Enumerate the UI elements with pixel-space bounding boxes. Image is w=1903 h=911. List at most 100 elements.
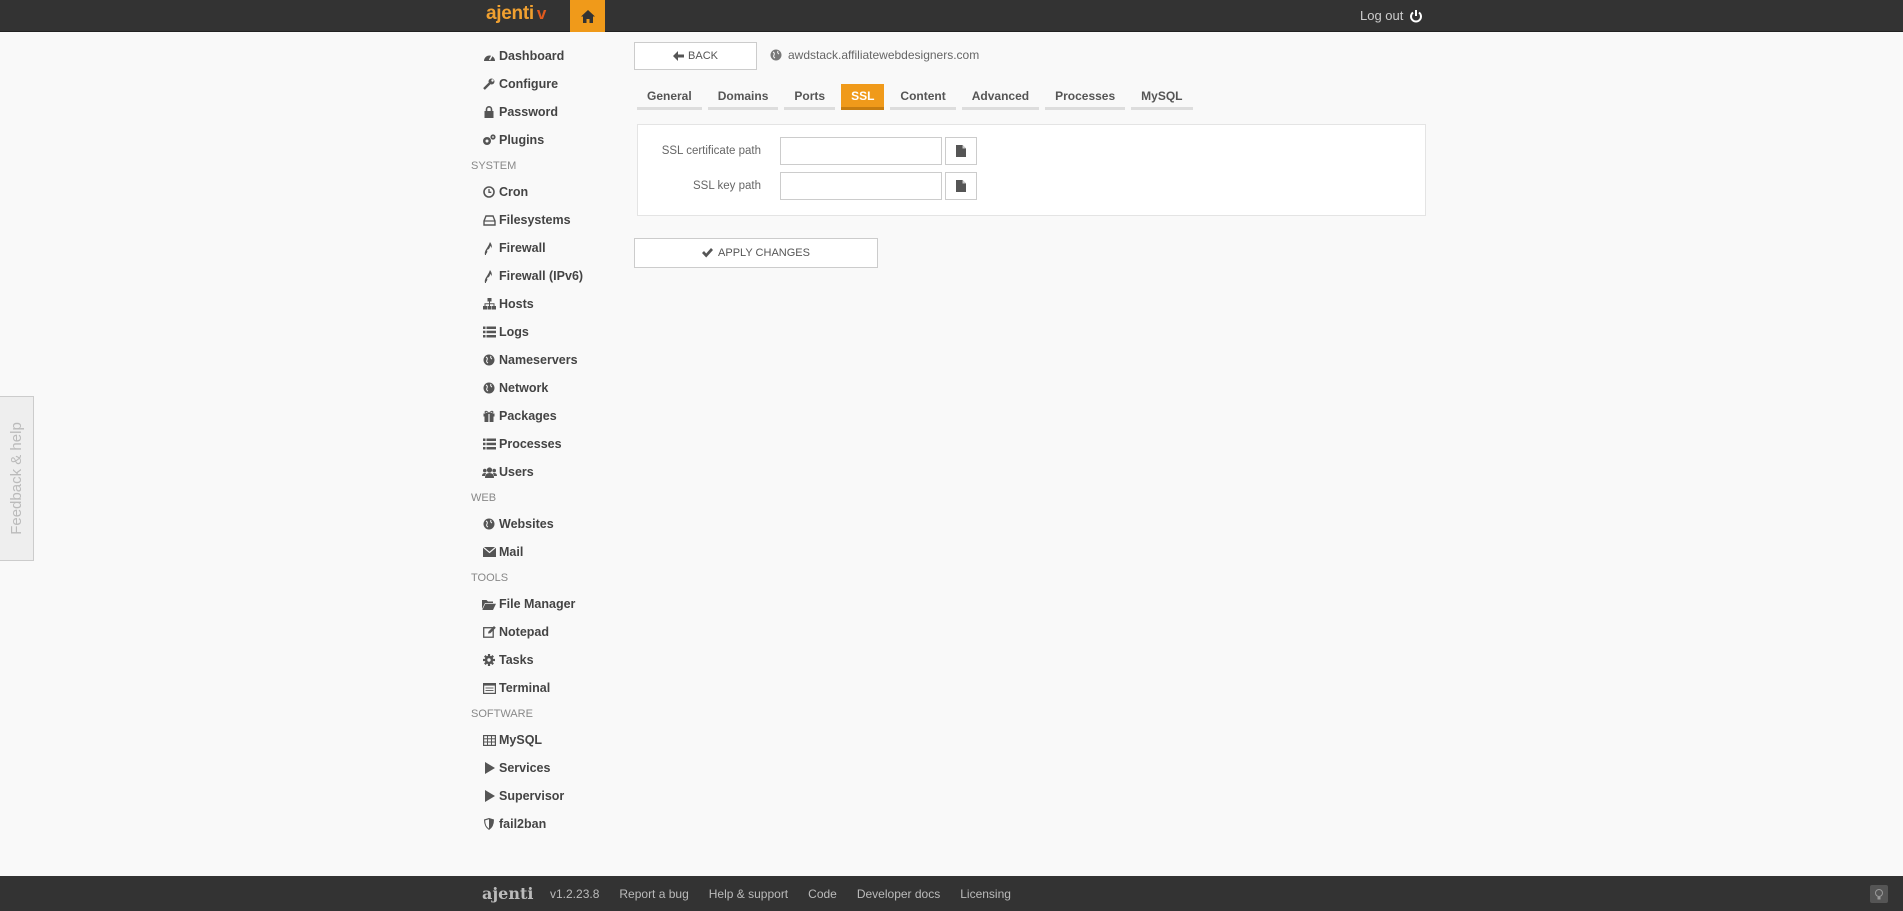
sidebar-section-software: SOFTWARE [471, 708, 533, 720]
sidebar-item-terminal[interactable]: Terminal [471, 674, 631, 702]
footer-version: v1.2.23.8 [550, 887, 600, 901]
sidebar-item-label: Hosts [499, 297, 534, 311]
globe-icon [770, 49, 782, 61]
tab-content[interactable]: Content [890, 84, 956, 110]
gift-icon [481, 409, 497, 423]
sidebar-item-notepad[interactable]: Notepad [471, 618, 631, 646]
sidebar-item-fail2ban[interactable]: fail2ban [471, 810, 631, 838]
clock-icon [481, 185, 497, 199]
footer-links: v1.2.23.8 Report a bug Help & support Code… [550, 887, 1011, 901]
tab-mysql[interactable]: MySQL [1131, 84, 1193, 110]
dashboard-icon [481, 49, 497, 63]
power-icon [1410, 9, 1423, 22]
brand-name: ajenti [486, 3, 534, 24]
back-label: BACK [688, 50, 718, 62]
home-button[interactable] [570, 0, 605, 32]
sidebar-item-mysql[interactable]: MySQL [471, 726, 631, 754]
file-icon [956, 145, 966, 157]
tab-general[interactable]: General [637, 84, 702, 110]
sidebar-item-password[interactable]: Password [471, 98, 631, 126]
sidebar-item-label: File Manager [499, 597, 576, 611]
sidebar-section-tools: TOOLS [471, 572, 509, 584]
feedback-tab[interactable]: Feedback & help [0, 396, 34, 561]
sidebar-item-mail[interactable]: Mail [471, 538, 631, 566]
tab-domains[interactable]: Domains [707, 84, 779, 110]
sidebar-item-label: Dashboard [499, 49, 565, 63]
tab-ports[interactable]: Ports [784, 84, 836, 110]
sidebar-item-users[interactable]: Users [471, 458, 631, 486]
edit-icon [481, 625, 497, 639]
sidebar-item-file-manager[interactable]: File Manager [471, 590, 631, 618]
sidebar-item-firewall[interactable]: Firewall [471, 234, 631, 262]
gears-icon [481, 133, 497, 147]
lightbulb-button[interactable] [1870, 885, 1888, 903]
sidebar-item-label: Processes [499, 437, 562, 451]
footer-link-report-a-bug[interactable]: Report a bug [619, 887, 688, 901]
globe-icon [481, 381, 497, 395]
sidebar-item-packages[interactable]: Packages [471, 402, 631, 430]
ssl-key-input[interactable] [780, 172, 942, 200]
sidebar-item-cron[interactable]: Cron [471, 178, 631, 206]
sidebar-item-label: Firewall (IPv6) [499, 269, 584, 283]
sidebar-section-system: SYSTEM [471, 160, 517, 172]
footer-link-licensing[interactable]: Licensing [960, 887, 1011, 901]
sidebar-item-label: Notepad [499, 625, 549, 639]
globe-icon [481, 517, 497, 531]
shield-icon [481, 817, 497, 831]
footer-link-help-support[interactable]: Help & support [709, 887, 788, 901]
sidebar-item-logs[interactable]: Logs [471, 318, 631, 346]
sidebar-section-web: WEB [471, 492, 497, 504]
tab-advanced[interactable]: Advanced [961, 84, 1040, 110]
sidebar-item-websites[interactable]: Websites [471, 510, 631, 538]
logout-button[interactable]: Log out [1360, 8, 1423, 23]
wrench-icon [481, 77, 497, 91]
hdd-icon [481, 213, 497, 227]
ssl-key-browse-button[interactable] [945, 172, 977, 200]
ssl-cert-browse-button[interactable] [945, 137, 977, 165]
envelope-icon [481, 545, 497, 559]
sidebar-item-plugins[interactable]: Plugins [471, 126, 631, 154]
terminal-icon [481, 681, 497, 695]
sidebar-item-label: Filesystems [499, 213, 571, 227]
table-icon [481, 733, 497, 747]
sidebar: Dashboard Configure Password Plugins SYSTEM… [471, 42, 631, 838]
lightbulb-icon [1875, 888, 1883, 899]
sidebar-item-processes[interactable]: Processes [471, 430, 631, 458]
logout-label: Log out [1360, 8, 1404, 23]
back-button[interactable]: BACK [634, 42, 757, 70]
sidebar-item-label: Packages [499, 409, 557, 423]
apply-changes-button[interactable]: APPLY CHANGES [634, 238, 878, 268]
sidebar-item-nameservers[interactable]: Nameservers [471, 346, 631, 374]
ssl-cert-input[interactable] [780, 137, 942, 165]
sidebar-item-label: Password [499, 105, 559, 119]
sidebar-item-label: Mail [499, 545, 524, 559]
tab-ssl[interactable]: SSL [841, 84, 885, 110]
file-icon [956, 180, 966, 192]
sidebar-item-configure[interactable]: Configure [471, 70, 631, 98]
sidebar-item-label: Logs [499, 325, 529, 339]
sidebar-item-label: Websites [499, 517, 554, 531]
sidebar-item-services[interactable]: Services [471, 754, 631, 782]
sidebar-item-filesystems[interactable]: Filesystems [471, 206, 631, 234]
sidebar-item-supervisor[interactable]: Supervisor [471, 782, 631, 810]
folder-open-icon [481, 597, 497, 611]
sidebar-item-tasks[interactable]: Tasks [471, 646, 631, 674]
arrow-left-icon [673, 51, 685, 61]
sidebar-item-label: Plugins [499, 133, 545, 147]
sidebar-item-label: Supervisor [499, 789, 565, 803]
ssl-panel: SSL certificate path SSL key path [637, 124, 1426, 216]
sidebar-item-hosts[interactable]: Hosts [471, 290, 631, 318]
tab-processes[interactable]: Processes [1045, 84, 1126, 110]
footer-link-developer-docs[interactable]: Developer docs [857, 887, 940, 901]
play-icon [481, 761, 497, 775]
ssl-cert-label: SSL certificate path [661, 145, 761, 157]
sidebar-item-firewall-ipv6[interactable]: Firewall (IPv6) [471, 262, 631, 290]
sidebar-item-network[interactable]: Network [471, 374, 631, 402]
brand-logo[interactable]: ajenti v [486, 3, 546, 25]
sidebar-item-dashboard[interactable]: Dashboard [471, 42, 631, 70]
list-icon [481, 325, 497, 339]
ssl-cert-row: SSL certificate path [638, 137, 977, 165]
footer-link-code[interactable]: Code [808, 887, 837, 901]
sidebar-item-label: MySQL [499, 733, 543, 747]
site-name: awdstack.affiliatewebdesigners.com [770, 48, 979, 62]
